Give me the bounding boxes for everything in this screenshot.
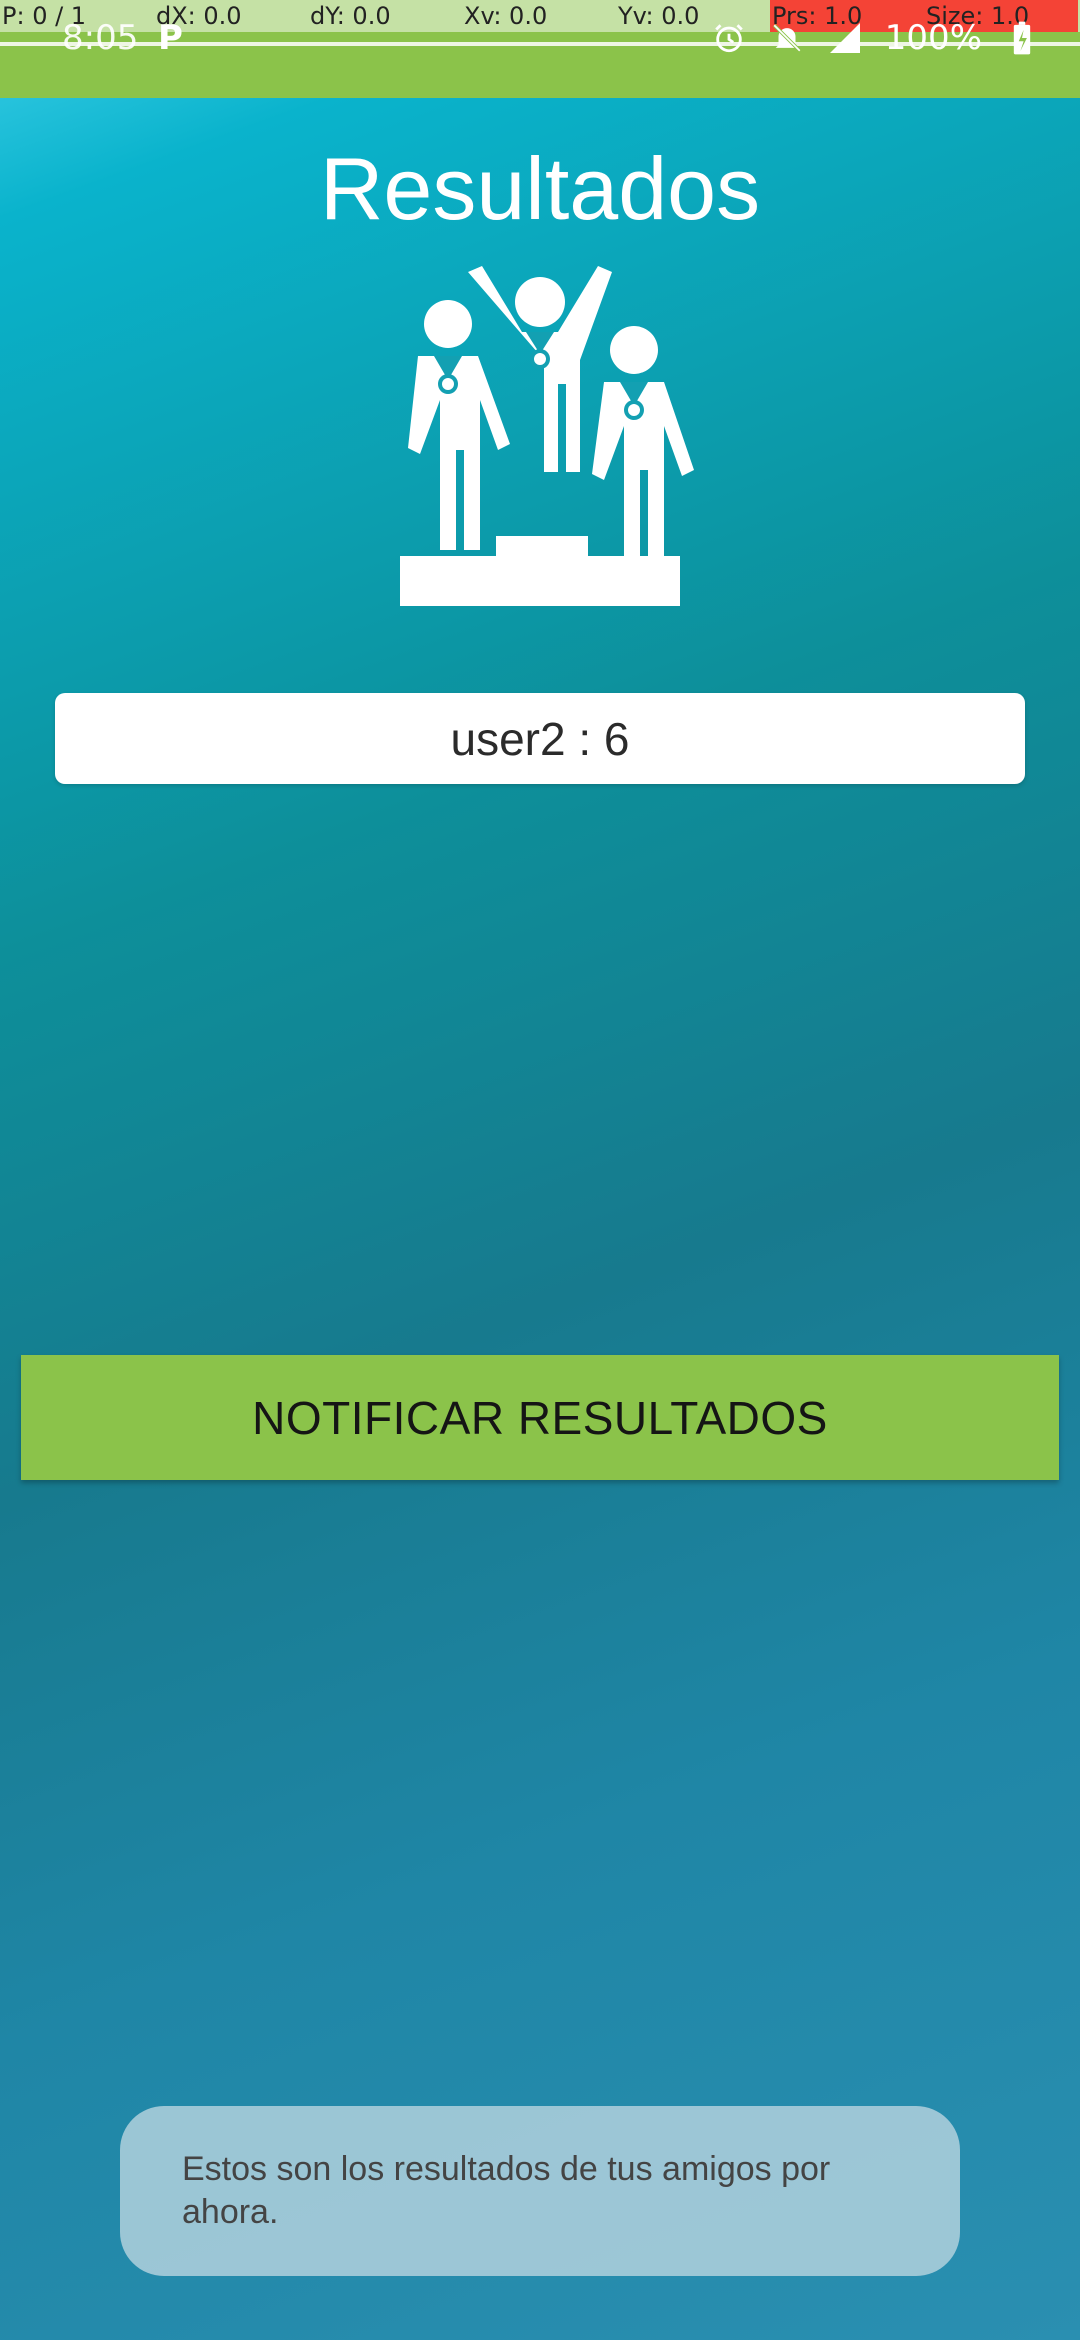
- debug-dy: dY: 0.0: [310, 2, 391, 30]
- winners-podium-icon: [400, 266, 694, 606]
- battery-level: 100%: [884, 18, 982, 58]
- debug-xv: Xv: 0.0: [464, 2, 548, 30]
- alarm-icon: [711, 20, 747, 56]
- p-app-icon: P: [158, 18, 183, 58]
- page-title: Resultados: [319, 139, 761, 238]
- status-icons: 100%: [711, 18, 1040, 58]
- status-bar: P: 0 / 1 dX: 0.0 dY: 0.0 Xv: 0.0 Yv: 0.0…: [0, 0, 1080, 98]
- toast-message: Estos son los resultados de tus amigos p…: [120, 2106, 960, 2276]
- results-screen: P: 0 / 1 dX: 0.0 dY: 0.0 Xv: 0.0 Yv: 0.0…: [0, 0, 1080, 2340]
- status-time: 8:05: [62, 18, 139, 58]
- battery-charging-icon: [1004, 20, 1040, 56]
- result-entry: user2 : 6: [55, 693, 1025, 784]
- notify-results-button[interactable]: NOTIFICAR RESULTADOS: [21, 1355, 1059, 1480]
- bell-off-icon: [769, 20, 805, 56]
- signal-icon: [827, 20, 863, 56]
